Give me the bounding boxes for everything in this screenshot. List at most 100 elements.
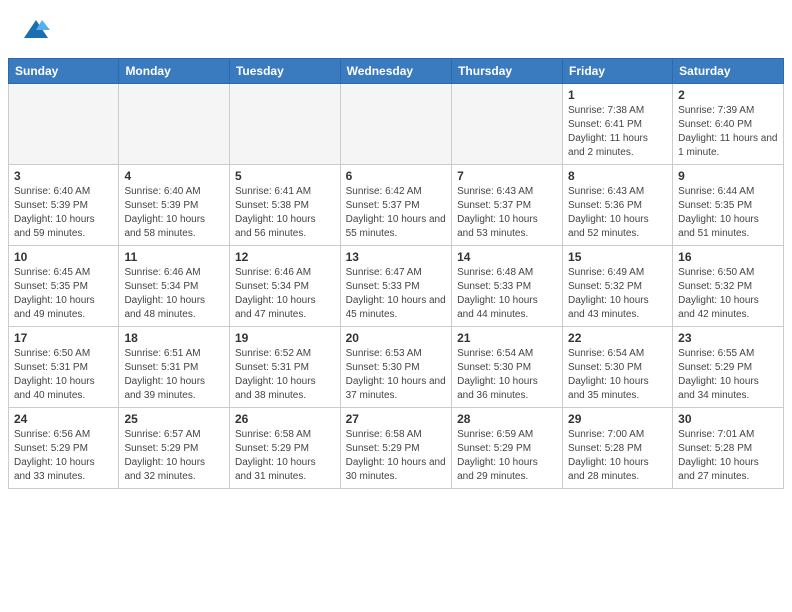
- day-number: 25: [124, 412, 224, 426]
- calendar-cell: 2 Sunrise: 7:39 AM Sunset: 6:40 PM Daylig…: [673, 83, 784, 164]
- calendar-cell: 17Sunrise: 6:50 AM Sunset: 5:31 PM Dayli…: [9, 326, 119, 407]
- calendar-cell: 15Sunrise: 6:49 AM Sunset: 5:32 PM Dayli…: [563, 245, 673, 326]
- calendar-cell: 14 Sunrise: 6:48 AM Sunset: 5:33 PM Dayli…: [452, 245, 563, 326]
- day-info: Sunrise: 6:40 AM Sunset: 5:39 PM Dayligh…: [14, 185, 113, 241]
- day-info: Sunrise: 6:43 AM Sunset: 5:36 PM Dayligh…: [568, 185, 667, 241]
- weekday-header: Wednesday: [340, 58, 451, 83]
- calendar-week-row: 3 Sunrise: 6:40 AM Sunset: 5:39 PM Daylig…: [9, 164, 784, 245]
- day-info: Sunrise: 6:48 AM Sunset: 5:33 PM Dayligh…: [457, 266, 557, 322]
- day-number: 4: [124, 169, 224, 183]
- day-info: Sunrise: 6:47 AM Sunset: 5:33 PM Dayligh…: [346, 266, 446, 322]
- day-info: Sunrise: 6:54 AM Sunset: 5:30 PM Dayligh…: [457, 347, 557, 403]
- calendar-cell: 24 Sunrise: 6:56 AM Sunset: 5:29 PM Dayli…: [9, 407, 119, 488]
- calendar-cell: 18 Sunrise: 6:51 AM Sunset: 5:31 PM Dayli…: [119, 326, 230, 407]
- calendar-cell: 29 Sunrise: 7:00 AM Sunset: 5:28 PM Dayli…: [563, 407, 673, 488]
- day-info: Sunrise: 6:43 AM Sunset: 5:37 PM Dayligh…: [457, 185, 557, 241]
- day-number: 16: [678, 250, 778, 264]
- calendar-cell: 11 Sunrise: 6:46 AM Sunset: 5:34 PM Dayli…: [119, 245, 230, 326]
- day-info: Sunrise: 6:59 AM Sunset: 5:29 PM Dayligh…: [457, 428, 557, 484]
- weekday-header: Thursday: [452, 58, 563, 83]
- calendar-cell: 8 Sunrise: 6:43 AM Sunset: 5:36 PM Daylig…: [563, 164, 673, 245]
- day-info: Sunrise: 6:40 AM Sunset: 5:39 PM Dayligh…: [124, 185, 224, 241]
- weekday-header: Saturday: [673, 58, 784, 83]
- day-number: 18: [124, 331, 224, 345]
- day-number: 6: [346, 169, 446, 183]
- day-info: Sunrise: 7:39 AM Sunset: 6:40 PM Dayligh…: [678, 104, 778, 160]
- calendar-week-row: 10Sunrise: 6:45 AM Sunset: 5:35 PM Dayli…: [9, 245, 784, 326]
- calendar-week-row: 1Sunrise: 7:38 AM Sunset: 6:41 PM Daylig…: [9, 83, 784, 164]
- calendar-cell: 27Sunrise: 6:58 AM Sunset: 5:29 PM Dayli…: [340, 407, 451, 488]
- calendar-cell: 21 Sunrise: 6:54 AM Sunset: 5:30 PM Dayli…: [452, 326, 563, 407]
- day-info: Sunrise: 7:00 AM Sunset: 5:28 PM Dayligh…: [568, 428, 667, 484]
- calendar-cell: 19Sunrise: 6:52 AM Sunset: 5:31 PM Dayli…: [229, 326, 340, 407]
- day-info: Sunrise: 6:58 AM Sunset: 5:29 PM Dayligh…: [235, 428, 335, 484]
- calendar-cell: 12Sunrise: 6:46 AM Sunset: 5:34 PM Dayli…: [229, 245, 340, 326]
- calendar-cell: 26 Sunrise: 6:58 AM Sunset: 5:29 PM Dayli…: [229, 407, 340, 488]
- calendar-cell: 4 Sunrise: 6:40 AM Sunset: 5:39 PM Daylig…: [119, 164, 230, 245]
- day-info: Sunrise: 6:50 AM Sunset: 5:32 PM Dayligh…: [678, 266, 778, 322]
- day-info: Sunrise: 6:46 AM Sunset: 5:34 PM Dayligh…: [124, 266, 224, 322]
- day-number: 14: [457, 250, 557, 264]
- weekday-row: SundayMondayTuesdayWednesdayThursdayFrid…: [9, 58, 784, 83]
- day-info: Sunrise: 6:41 AM Sunset: 5:38 PM Dayligh…: [235, 185, 335, 241]
- day-number: 11: [124, 250, 224, 264]
- day-number: 28: [457, 412, 557, 426]
- day-number: 20: [346, 331, 446, 345]
- day-number: 24: [14, 412, 113, 426]
- calendar-cell: 1Sunrise: 7:38 AM Sunset: 6:41 PM Daylig…: [563, 83, 673, 164]
- day-info: Sunrise: 6:49 AM Sunset: 5:32 PM Dayligh…: [568, 266, 667, 322]
- logo: [20, 16, 50, 50]
- calendar-cell: [119, 83, 230, 164]
- calendar-cell: 30 Sunrise: 7:01 AM Sunset: 5:28 PM Dayli…: [673, 407, 784, 488]
- calendar-cell: 6 Sunrise: 6:42 AM Sunset: 5:37 PM Daylig…: [340, 164, 451, 245]
- calendar-cell: 22 Sunrise: 6:54 AM Sunset: 5:30 PM Dayli…: [563, 326, 673, 407]
- day-number: 2: [678, 88, 778, 102]
- calendar-cell: 7 Sunrise: 6:43 AM Sunset: 5:37 PM Daylig…: [452, 164, 563, 245]
- day-info: Sunrise: 6:51 AM Sunset: 5:31 PM Dayligh…: [124, 347, 224, 403]
- day-number: 3: [14, 169, 113, 183]
- calendar-table: SundayMondayTuesdayWednesdayThursdayFrid…: [8, 58, 784, 489]
- calendar-cell: 28 Sunrise: 6:59 AM Sunset: 5:29 PM Dayli…: [452, 407, 563, 488]
- day-number: 29: [568, 412, 667, 426]
- calendar-cell: 23Sunrise: 6:55 AM Sunset: 5:29 PM Dayli…: [673, 326, 784, 407]
- weekday-header: Monday: [119, 58, 230, 83]
- day-info: Sunrise: 7:01 AM Sunset: 5:28 PM Dayligh…: [678, 428, 778, 484]
- calendar-cell: 5 Sunrise: 6:41 AM Sunset: 5:38 PM Daylig…: [229, 164, 340, 245]
- day-number: 30: [678, 412, 778, 426]
- day-number: 26: [235, 412, 335, 426]
- day-number: 27: [346, 412, 446, 426]
- calendar-cell: 3 Sunrise: 6:40 AM Sunset: 5:39 PM Daylig…: [9, 164, 119, 245]
- day-info: Sunrise: 6:54 AM Sunset: 5:30 PM Dayligh…: [568, 347, 667, 403]
- calendar-cell: [9, 83, 119, 164]
- day-info: Sunrise: 6:53 AM Sunset: 5:30 PM Dayligh…: [346, 347, 446, 403]
- day-info: Sunrise: 6:42 AM Sunset: 5:37 PM Dayligh…: [346, 185, 446, 241]
- day-number: 9: [678, 169, 778, 183]
- day-info: Sunrise: 6:57 AM Sunset: 5:29 PM Dayligh…: [124, 428, 224, 484]
- day-number: 23: [678, 331, 778, 345]
- day-info: Sunrise: 6:56 AM Sunset: 5:29 PM Dayligh…: [14, 428, 113, 484]
- day-number: 7: [457, 169, 557, 183]
- calendar-week-row: 17Sunrise: 6:50 AM Sunset: 5:31 PM Dayli…: [9, 326, 784, 407]
- day-number: 8: [568, 169, 667, 183]
- day-number: 13: [346, 250, 446, 264]
- calendar-header: SundayMondayTuesdayWednesdayThursdayFrid…: [9, 58, 784, 83]
- day-info: Sunrise: 6:45 AM Sunset: 5:35 PM Dayligh…: [14, 266, 113, 322]
- calendar-week-row: 24 Sunrise: 6:56 AM Sunset: 5:29 PM Dayli…: [9, 407, 784, 488]
- calendar-cell: 25 Sunrise: 6:57 AM Sunset: 5:29 PM Dayli…: [119, 407, 230, 488]
- day-info: Sunrise: 6:44 AM Sunset: 5:35 PM Dayligh…: [678, 185, 778, 241]
- calendar-body: 1Sunrise: 7:38 AM Sunset: 6:41 PM Daylig…: [9, 83, 784, 488]
- day-number: 17: [14, 331, 113, 345]
- day-number: 22: [568, 331, 667, 345]
- calendar-cell: [340, 83, 451, 164]
- day-number: 21: [457, 331, 557, 345]
- calendar-cell: [452, 83, 563, 164]
- weekday-header: Friday: [563, 58, 673, 83]
- calendar-cell: 9 Sunrise: 6:44 AM Sunset: 5:35 PM Daylig…: [673, 164, 784, 245]
- weekday-header: Tuesday: [229, 58, 340, 83]
- day-number: 1: [568, 88, 667, 102]
- weekday-header: Sunday: [9, 58, 119, 83]
- day-number: 5: [235, 169, 335, 183]
- day-number: 12: [235, 250, 335, 264]
- calendar-cell: 20 Sunrise: 6:53 AM Sunset: 5:30 PM Dayli…: [340, 326, 451, 407]
- calendar-cell: [229, 83, 340, 164]
